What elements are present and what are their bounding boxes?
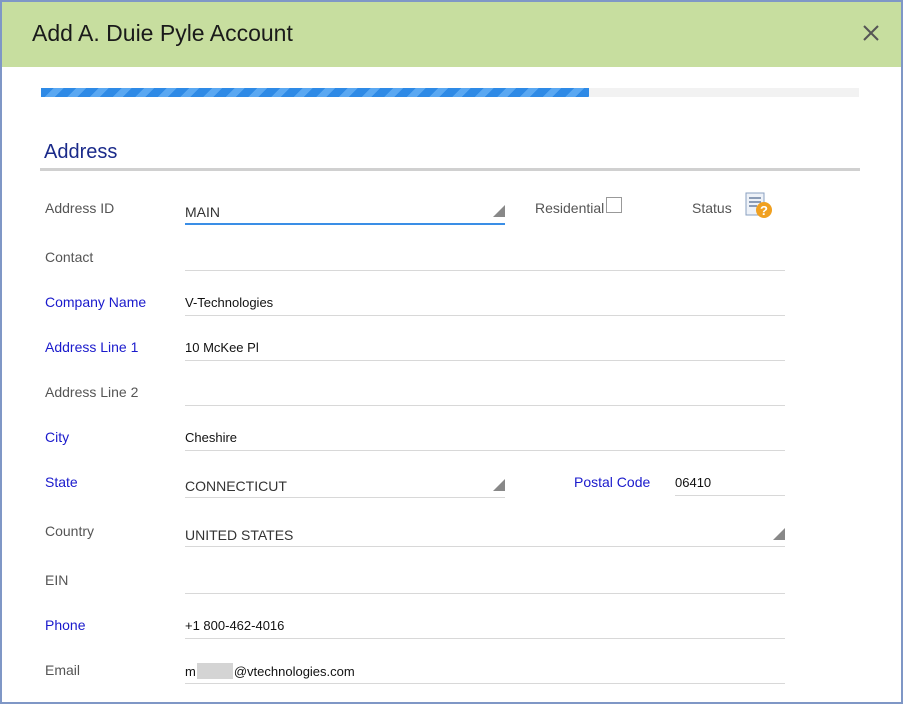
address-line-1-input[interactable]: 10 McKee Pl bbox=[185, 330, 785, 361]
company-name-label: Company Name bbox=[45, 294, 147, 310]
address-id-select[interactable]: MAIN bbox=[185, 193, 505, 225]
dialog-header: Add A. Duie Pyle Account bbox=[2, 2, 901, 67]
address-line-2-input[interactable] bbox=[185, 375, 785, 406]
phone-input[interactable]: +1 800-462-4016 bbox=[185, 608, 785, 639]
ein-label: EIN bbox=[45, 572, 69, 588]
postal-code-label: Postal Code bbox=[574, 474, 651, 490]
phone-label: Phone bbox=[45, 617, 86, 633]
company-name-value: V-Technologies bbox=[185, 295, 274, 310]
section-divider bbox=[40, 168, 860, 171]
email-suffix: @vtechnologies.com bbox=[233, 664, 355, 679]
city-input[interactable]: Cheshire bbox=[185, 420, 785, 451]
dropdown-arrow-icon bbox=[493, 479, 505, 491]
dropdown-arrow-icon bbox=[773, 528, 785, 540]
country-value: UNITED STATES bbox=[185, 527, 294, 543]
state-value: CONNECTICUT bbox=[185, 478, 287, 494]
address-id-value: MAIN bbox=[185, 204, 220, 220]
address-line-1-value: 10 McKee Pl bbox=[185, 340, 259, 355]
status-help-icon[interactable]: ? bbox=[745, 192, 773, 220]
redacted-text bbox=[196, 663, 233, 679]
close-button[interactable] bbox=[860, 22, 882, 44]
section-title: Address bbox=[44, 141, 118, 163]
state-label: State bbox=[45, 474, 78, 490]
close-icon bbox=[863, 25, 879, 41]
country-label: Country bbox=[45, 523, 95, 539]
email-input[interactable]: m @vtechnologies.com bbox=[185, 653, 785, 684]
dropdown-arrow-icon bbox=[493, 205, 505, 217]
contact-label: Contact bbox=[45, 249, 94, 265]
address-line-1-label: Address Line 1 bbox=[45, 339, 139, 355]
country-select[interactable]: UNITED STATES bbox=[185, 516, 785, 547]
email-label: Email bbox=[45, 662, 81, 678]
add-account-dialog: Add A. Duie Pyle Account Address Address… bbox=[0, 0, 903, 704]
residential-label: Residential bbox=[535, 200, 605, 216]
phone-value: +1 800-462-4016 bbox=[185, 618, 285, 633]
contact-input[interactable] bbox=[185, 240, 785, 271]
company-name-input[interactable]: V-Technologies bbox=[185, 285, 785, 316]
svg-text:?: ? bbox=[760, 203, 768, 218]
city-value: Cheshire bbox=[185, 430, 238, 445]
progress-bar-fill bbox=[41, 88, 590, 97]
address-line-2-label: Address Line 2 bbox=[45, 384, 139, 400]
residential-checkbox[interactable] bbox=[606, 197, 622, 213]
postal-code-value: 06410 bbox=[675, 475, 712, 490]
progress-bar bbox=[41, 88, 859, 97]
address-id-label: Address ID bbox=[45, 200, 115, 216]
email-value: m @vtechnologies.com bbox=[185, 663, 355, 679]
postal-code-input[interactable]: 06410 bbox=[675, 465, 785, 496]
dialog-title: Add A. Duie Pyle Account bbox=[32, 20, 293, 46]
state-select[interactable]: CONNECTICUT bbox=[185, 467, 505, 498]
status-label: Status bbox=[692, 200, 732, 216]
ein-input[interactable] bbox=[185, 563, 785, 594]
city-label: City bbox=[45, 429, 70, 445]
email-prefix: m bbox=[185, 664, 196, 679]
